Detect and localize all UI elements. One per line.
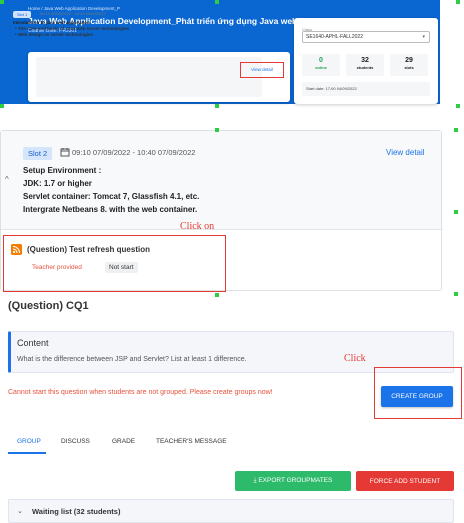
stat-value: 29 [405, 57, 413, 64]
question-item-provider: Teacher provided [32, 264, 82, 271]
tab-group[interactable]: GROUP [17, 438, 41, 445]
slot-1-chip: Slot 1 [13, 11, 32, 18]
question-item-title[interactable]: (Question) Test refresh question [27, 245, 150, 254]
warning-message: Cannot start this question when students… [8, 389, 273, 396]
stat-students: 32 students [346, 54, 384, 76]
export-groupmates-button[interactable]: ⤓ EXPORT GROUPMATES [235, 471, 351, 491]
stat-slots: 29 slots [390, 54, 428, 76]
selection-handle [215, 0, 219, 4]
slot-1-view-detail-link[interactable]: View detail [240, 62, 284, 78]
stat-value: 0 [319, 57, 323, 64]
divider [1, 229, 443, 230]
tab-teachers-message[interactable]: TEACHER'S MESSAGE [156, 438, 227, 445]
status-badge: Not start [105, 262, 138, 273]
selection-handle [215, 293, 219, 297]
slot-1-card-inner [36, 57, 262, 97]
class-card: Class SE1640-APHL-FALL2022 ▾ 0 online 32… [294, 18, 438, 104]
caret-down-icon: ▾ [422, 34, 425, 40]
chevron-up-icon[interactable]: ^ [5, 175, 9, 184]
slot-1-line: Introduction to java web application [13, 20, 90, 25]
selection-handle [454, 210, 458, 214]
create-group-button[interactable]: CREATE GROUP [381, 386, 453, 407]
view-detail-link[interactable]: View detail [386, 148, 425, 157]
selection-handle [0, 104, 4, 108]
slot-2-line: JDK: 1.7 or higher [23, 179, 92, 188]
stat-label: students [356, 65, 374, 70]
export-label: EXPORT GROUPMATES [258, 477, 333, 484]
slot-2-line: Setup Environment : [23, 166, 102, 175]
stat-value: 32 [361, 57, 369, 64]
stat-label: online [315, 65, 327, 70]
slot-2-line: Intergrate Netbeans 8. with the web cont… [23, 205, 198, 214]
tab-grade[interactable]: GRADE [112, 438, 135, 445]
content-question-text: What is the difference between JSP and S… [17, 356, 247, 363]
slot-2-time: 09:10 07/09/2022 - 10:40 07/09/2022 [72, 148, 196, 157]
selection-handle [215, 128, 219, 132]
selection-handle [0, 0, 4, 4]
start-date: Start date: 17:00 04/09/2022 [302, 82, 430, 96]
selection-handle [456, 0, 460, 4]
selection-handle [454, 292, 458, 296]
class-select-value: SE1640-APHL-FALL2022 [306, 34, 363, 40]
slot-1-line: • The core and basic of Java web server … [15, 26, 130, 31]
slot-2-chip: Slot 2 [23, 147, 53, 160]
calendar-icon [60, 148, 70, 157]
content-heading: Content [17, 338, 49, 348]
slot-1-time: 09:10 05/09/2022 - 10:40 05/09/2022 [40, 11, 106, 16]
rss-icon [11, 244, 22, 255]
class-select[interactable]: SE1640-APHL-FALL2022 ▾ [302, 31, 430, 43]
slot-1-line: • Web design vs server technologies [15, 32, 94, 37]
selection-handle [215, 104, 219, 108]
stat-online: 0 online [302, 54, 340, 76]
course-header-panel: Home / Java Web Application Development_… [0, 0, 464, 108]
force-add-student-button[interactable]: FORCE ADD STUDENT [356, 471, 454, 491]
tab-discuss[interactable]: DISCUSS [61, 438, 90, 445]
selection-handle [454, 128, 458, 132]
page-title: (Question) CQ1 [8, 300, 89, 312]
waiting-list-title: Waiting list (32 students) [32, 507, 121, 516]
annotation-click: Click [344, 353, 366, 364]
chevron-down-icon[interactable]: ⌄ [4, 22, 8, 28]
selection-handle [456, 104, 460, 108]
active-tab-indicator [8, 452, 46, 454]
stat-label: slots [404, 65, 414, 70]
chevron-down-icon[interactable]: ⌄ [17, 507, 23, 515]
annotation-click-on: Click on [180, 221, 215, 232]
slot-2-line: Servlet container: Tomcat 7, Glassfish 4… [23, 192, 200, 201]
